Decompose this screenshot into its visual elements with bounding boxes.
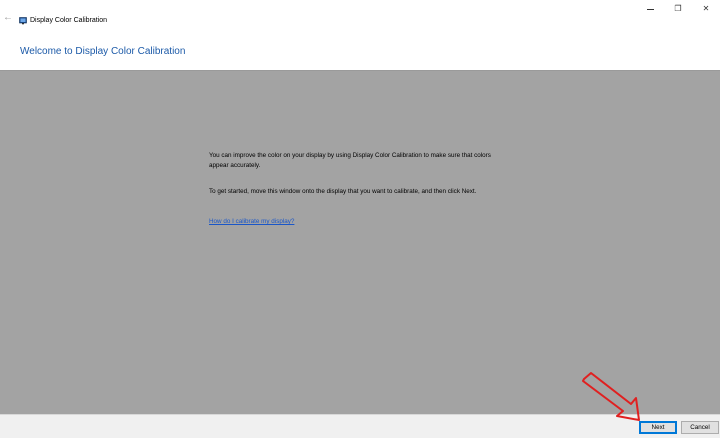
cancel-button[interactable]: Cancel	[681, 421, 719, 434]
calibration-window: ← Display Color Calibration ❐ ✕ Welcome …	[0, 0, 720, 438]
restore-button[interactable]: ❐	[664, 0, 692, 18]
intro-paragraph: You can improve the color on your displa…	[209, 152, 491, 169]
instructions-paragraph: To get started, move this window onto th…	[209, 188, 477, 195]
close-button[interactable]: ✕	[692, 0, 720, 18]
minimize-button[interactable]	[636, 0, 664, 18]
minimize-icon	[646, 8, 654, 10]
restore-icon: ❐	[674, 4, 682, 13]
help-link[interactable]: How do I calibrate my display?	[209, 217, 294, 226]
back-arrow-icon[interactable]: ←	[2, 12, 14, 24]
window-controls: ❐ ✕	[636, 0, 720, 18]
window-title: Display Color Calibration	[30, 17, 108, 24]
display-calibration-icon	[19, 17, 27, 25]
content-area: You can improve the color on your displa…	[0, 70, 720, 414]
page-heading: Welcome to Display Color Calibration	[20, 46, 186, 57]
close-icon: ✕	[702, 4, 710, 13]
title-bar: ← Display Color Calibration ❐ ✕	[0, 0, 720, 30]
annotation-arrow-icon	[582, 372, 640, 421]
